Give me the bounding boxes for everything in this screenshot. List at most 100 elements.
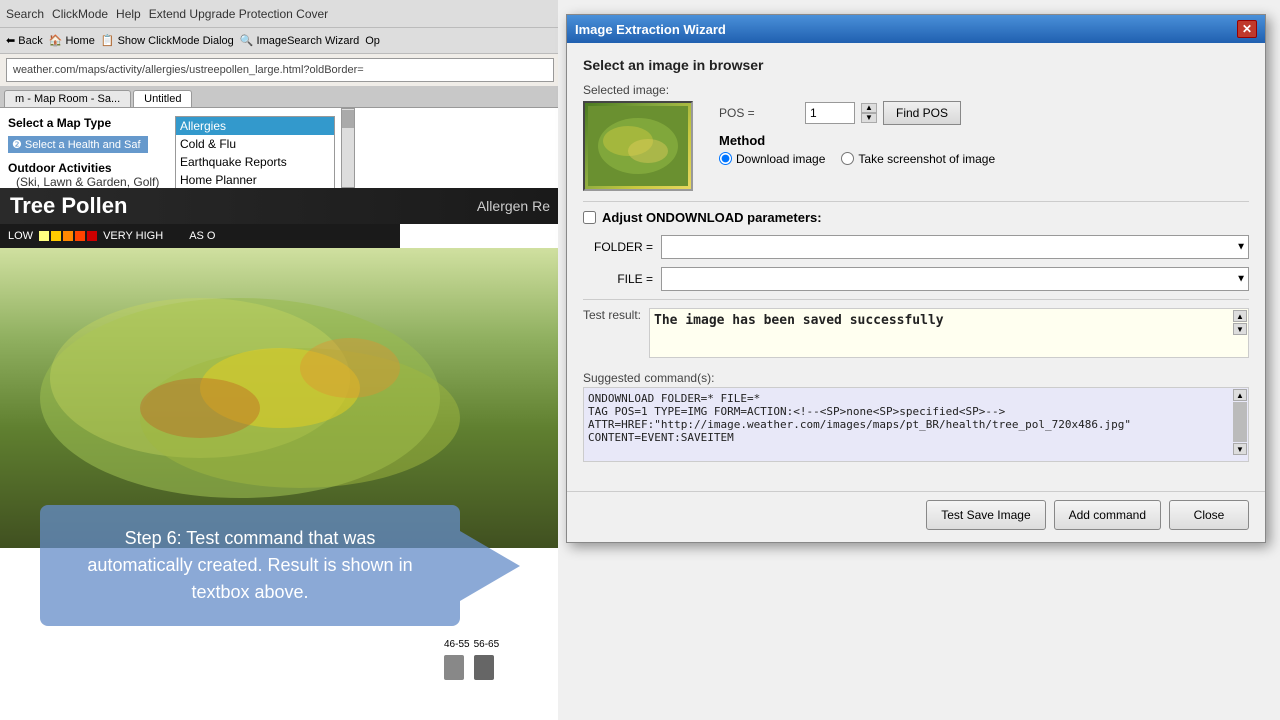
- map-type-label: Select a Map Type: [8, 116, 172, 130]
- toolbar-search[interactable]: Search: [6, 7, 44, 21]
- test-result-label: Test result:: [583, 308, 641, 322]
- pos-label: POS =: [719, 106, 799, 120]
- result-scrollbar[interactable]: ▲ ▼: [1233, 310, 1247, 335]
- dialog-body: Select an image in browser Selected imag…: [567, 43, 1265, 491]
- test-result-textarea[interactable]: [649, 308, 1249, 358]
- file-row: FILE = ▼: [583, 267, 1249, 291]
- method-download-radio[interactable]: [719, 152, 732, 165]
- pos-input[interactable]: [805, 102, 855, 124]
- tab-untitled[interactable]: Untitled: [133, 90, 192, 107]
- address-bar[interactable]: weather.com/maps/activity/allergies/ustr…: [6, 58, 554, 82]
- scale-boxes: [39, 231, 97, 241]
- dialog-close-button[interactable]: ✕: [1237, 20, 1257, 38]
- page-content: Select a Map Type ❷ Select a Health and …: [0, 108, 560, 720]
- browser-toolbar: Search ClickMode Help Extend Upgrade Pro…: [0, 0, 560, 28]
- dialog-titlebar: Image Extraction Wizard ✕: [567, 15, 1265, 43]
- cat-outdoor: Outdoor Activities: [8, 161, 172, 175]
- test-save-button[interactable]: Test Save Image: [926, 500, 1045, 530]
- browser-tabs: m - Map Room - Sa... Untitled: [0, 86, 560, 108]
- spin-down[interactable]: ▼: [861, 113, 877, 123]
- cat-outdoor-sub: (Ski, Lawn & Garden, Golf): [8, 175, 172, 189]
- health-item-homeplanner[interactable]: Home Planner: [176, 171, 334, 189]
- scroll-down[interactable]: ▼: [1233, 323, 1247, 335]
- score-legend: 46-55 56-65: [440, 635, 560, 686]
- op-btn[interactable]: Op: [365, 35, 380, 47]
- suggest-scroll-thumb: [1233, 402, 1247, 442]
- scale-box-2: [51, 231, 61, 241]
- scale-asof: AS O: [189, 230, 215, 242]
- separator-1: [583, 201, 1249, 202]
- adjust-checkbox[interactable]: [583, 211, 596, 224]
- toolbar-extend[interactable]: Extend Upgrade Protection Cover: [149, 7, 328, 21]
- pos-group: POS = ▲ ▼ Find POS: [719, 101, 995, 125]
- scrollbar-thumb[interactable]: [342, 110, 354, 128]
- preview-svg: [588, 106, 688, 186]
- separator-2: [583, 299, 1249, 300]
- imagesearch-btn[interactable]: 🔍 ImageSearch Wizard: [240, 34, 359, 47]
- selected-image-row: Selected image: POS =: [583, 83, 1249, 191]
- health-item-earthquake[interactable]: Earthquake Reports: [176, 153, 334, 171]
- suggested-header: Suggested command(s):: [583, 371, 1249, 385]
- suggest-scroll-up[interactable]: ▲: [1233, 389, 1247, 401]
- browser-background: Search ClickMode Help Extend Upgrade Pro…: [0, 0, 560, 720]
- file-label: FILE =: [583, 272, 653, 286]
- folder-select[interactable]: ▼: [661, 235, 1249, 259]
- file-select[interactable]: ▼: [661, 267, 1249, 291]
- file-dropdown-arrow: ▼: [1236, 274, 1246, 285]
- map-area: [0, 248, 560, 548]
- suggest-scroll-down[interactable]: ▼: [1233, 443, 1247, 455]
- add-command-button[interactable]: Add command: [1054, 500, 1161, 530]
- address-text: weather.com/maps/activity/allergies/ustr…: [13, 64, 364, 76]
- scale-high: VERY HIGH: [103, 230, 163, 242]
- find-pos-button[interactable]: Find POS: [883, 101, 961, 125]
- back-btn[interactable]: ⬅ Back: [6, 34, 43, 47]
- image-preview: [583, 101, 693, 191]
- scale-box-1: [39, 231, 49, 241]
- image-extraction-dialog: Image Extraction Wizard ✕ Select an imag…: [566, 14, 1266, 543]
- health-item-coldflu[interactable]: Cold & Flu: [176, 135, 334, 153]
- image-preview-section: Selected image:: [583, 83, 693, 191]
- health-listbox[interactable]: Allergies Cold & Flu Earthquake Reports …: [175, 116, 335, 196]
- scale-box-3: [63, 231, 73, 241]
- pollen-sub: Allergen Re: [477, 198, 550, 214]
- method-screenshot-radio[interactable]: [841, 152, 854, 165]
- home-btn[interactable]: 🏠 Home: [49, 34, 95, 47]
- pollen-scale: LOW VERY HIGH AS O: [0, 224, 400, 248]
- selected-image-label: Selected image:: [583, 83, 693, 97]
- scroll-up[interactable]: ▲: [1233, 310, 1247, 322]
- folder-dropdown-arrow: ▼: [1236, 242, 1246, 253]
- close-button[interactable]: Close: [1169, 500, 1249, 530]
- scale-box-4: [75, 231, 85, 241]
- method-screenshot-label: Take screenshot of image: [858, 152, 995, 166]
- tooltip-text: Step 6: Test command that was automatica…: [87, 528, 412, 602]
- suggested-label: Suggested: [583, 371, 640, 385]
- dialog-footer: Test Save Image Add command Close: [567, 491, 1265, 542]
- scale-low: LOW: [8, 230, 33, 242]
- method-group: Download image Take screenshot of image: [719, 152, 995, 166]
- listbox-scrollbar[interactable]: [341, 108, 355, 188]
- score-icons: [444, 652, 556, 682]
- suggested-textarea[interactable]: [583, 387, 1249, 462]
- scale-box-5: [87, 231, 97, 241]
- toolbar-clickmode[interactable]: ClickMode: [52, 7, 108, 21]
- toolbar-help[interactable]: Help: [116, 7, 141, 21]
- suggest-scrollbar[interactable]: ▲ ▼: [1233, 389, 1247, 455]
- health-item-allergies[interactable]: Allergies: [176, 117, 334, 135]
- test-result-container: ▲ ▼: [649, 308, 1249, 361]
- folder-label: FOLDER =: [583, 240, 653, 254]
- pollen-header: Tree Pollen Allergen Re: [0, 188, 560, 224]
- folder-row: FOLDER = ▼: [583, 235, 1249, 259]
- us-map-svg: [0, 248, 560, 548]
- spin-up[interactable]: ▲: [861, 103, 877, 113]
- adjust-row: Adjust ONDOWNLOAD parameters:: [583, 210, 1249, 225]
- method-download[interactable]: Download image: [719, 152, 825, 166]
- dialog-overlay: Image Extraction Wizard ✕ Select an imag…: [558, 0, 1280, 720]
- test-result-row: Test result: ▲ ▼: [583, 308, 1249, 361]
- method-screenshot[interactable]: Take screenshot of image: [841, 152, 995, 166]
- tab-maproom[interactable]: m - Map Room - Sa...: [4, 90, 131, 107]
- adjust-label: Adjust ONDOWNLOAD parameters:: [602, 210, 822, 225]
- pos-spinner[interactable]: ▲ ▼: [861, 103, 877, 123]
- show-clickmode-btn[interactable]: 📋 Show ClickMode Dialog: [101, 34, 234, 47]
- pollen-title: Tree Pollen: [10, 193, 127, 219]
- test-result-area: Test result: ▲ ▼: [583, 308, 1249, 361]
